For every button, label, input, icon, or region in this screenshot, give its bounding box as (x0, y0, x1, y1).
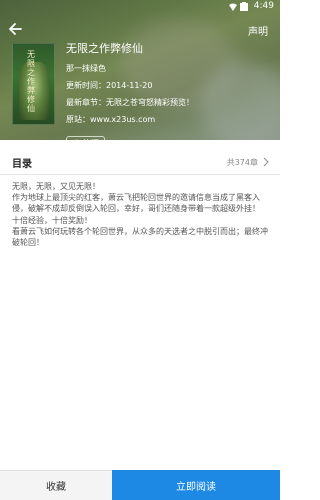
intro-paragraph: 十倍经验，十倍奖励！ (12, 215, 92, 225)
book-header-background: 4:49 声明 无限之作弊修仙 无限之作弊修仙 那一抹绿色 更新时间：2014-… (0, 0, 280, 140)
intro-paragraph: 作为地球上最顶尖的红客，萧云飞把轮回世界的邀请信息当成了黑客入侵，破解不成却反倒… (12, 193, 260, 214)
change-source-label: 换源 (83, 138, 99, 141)
wifi-battery-icon (229, 2, 248, 11)
intro-paragraph: 看萧云飞如何玩转各个轮回世界，从众多的天选者之中脱引而出；最终冲破轮回！ (12, 226, 268, 248)
collect-button[interactable]: 收藏 (0, 470, 112, 500)
book-introduction: 无限，无限，又见无限！ 作为地球上最顶尖的红客，萧云飞把轮回世界的邀请信息当成了… (12, 181, 270, 248)
read-now-button[interactable]: 立即阅读 (112, 470, 280, 500)
change-source-button[interactable]: 换源 (66, 135, 105, 141)
latest-chapter: 最新章节：无限之苍穹怒精彩预览！ (66, 98, 194, 107)
book-cover: 无限之作弊修仙 (12, 43, 55, 125)
bottom-action-bar: 收藏 立即阅读 (0, 470, 280, 500)
book-author: 那一抹绿色 (66, 64, 106, 73)
toc-label: 目录 (12, 159, 32, 170)
book-info: 无限之作弊修仙 那一抹绿色 更新时间：2014-11-20 最新章节：无限之苍穹… (66, 42, 194, 140)
intro-paragraph: 无限，无限，又见无限！ (12, 182, 100, 191)
refresh-icon (75, 139, 78, 140)
update-time: 更新时间：2014-11-20 (66, 81, 153, 90)
clock: 4:49 (253, 1, 274, 11)
source-site: 原站：www.x23us.com (66, 115, 156, 124)
cover-title: 无限之作弊修仙 (27, 50, 35, 113)
status-bar: 4:49 (0, 0, 280, 14)
chapter-count: 共374章 (226, 158, 258, 167)
declare-button[interactable]: 声明 (248, 23, 268, 38)
book-title: 无限之作弊修仙 (66, 42, 143, 55)
chevron-right-icon (263, 157, 269, 167)
back-arrow-icon[interactable] (6, 20, 24, 38)
table-of-contents-row[interactable]: 目录 共374章 (0, 151, 280, 175)
